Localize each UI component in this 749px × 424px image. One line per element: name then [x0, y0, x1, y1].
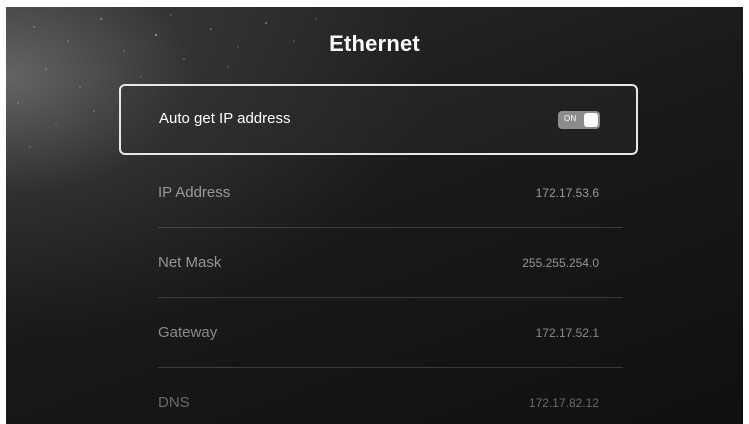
auto-ip-toggle[interactable]: ON — [558, 111, 600, 129]
net-mask-row[interactable]: Net Mask 255.255.254.0 — [158, 228, 611, 298]
auto-ip-label: Auto get IP address — [159, 110, 291, 127]
ethernet-settings-screen: Ethernet Auto get IP address ON IP Addre… — [6, 7, 743, 424]
dns-row[interactable]: DNS 172.17.82.12 — [158, 368, 611, 424]
dns-value: 172.17.82.12 — [528, 396, 599, 410]
gateway-row[interactable]: Gateway 172.17.52.1 — [158, 298, 611, 368]
ip-address-label: IP Address — [158, 184, 231, 201]
toggle-knob — [584, 113, 598, 127]
gateway-label: Gateway — [158, 324, 218, 341]
dns-label: DNS — [158, 394, 190, 411]
ip-address-row[interactable]: IP Address 172.17.53.6 — [158, 158, 611, 228]
ip-address-value: 172.17.53.6 — [535, 186, 599, 200]
net-mask-value: 255.255.254.0 — [522, 256, 599, 270]
toggle-state-text: ON — [564, 114, 577, 123]
auto-ip-setting-item[interactable]: Auto get IP address ON — [119, 84, 638, 155]
page-title: Ethernet — [329, 31, 420, 56]
gateway-value: 172.17.52.1 — [535, 326, 599, 340]
net-mask-label: Net Mask — [158, 254, 222, 271]
